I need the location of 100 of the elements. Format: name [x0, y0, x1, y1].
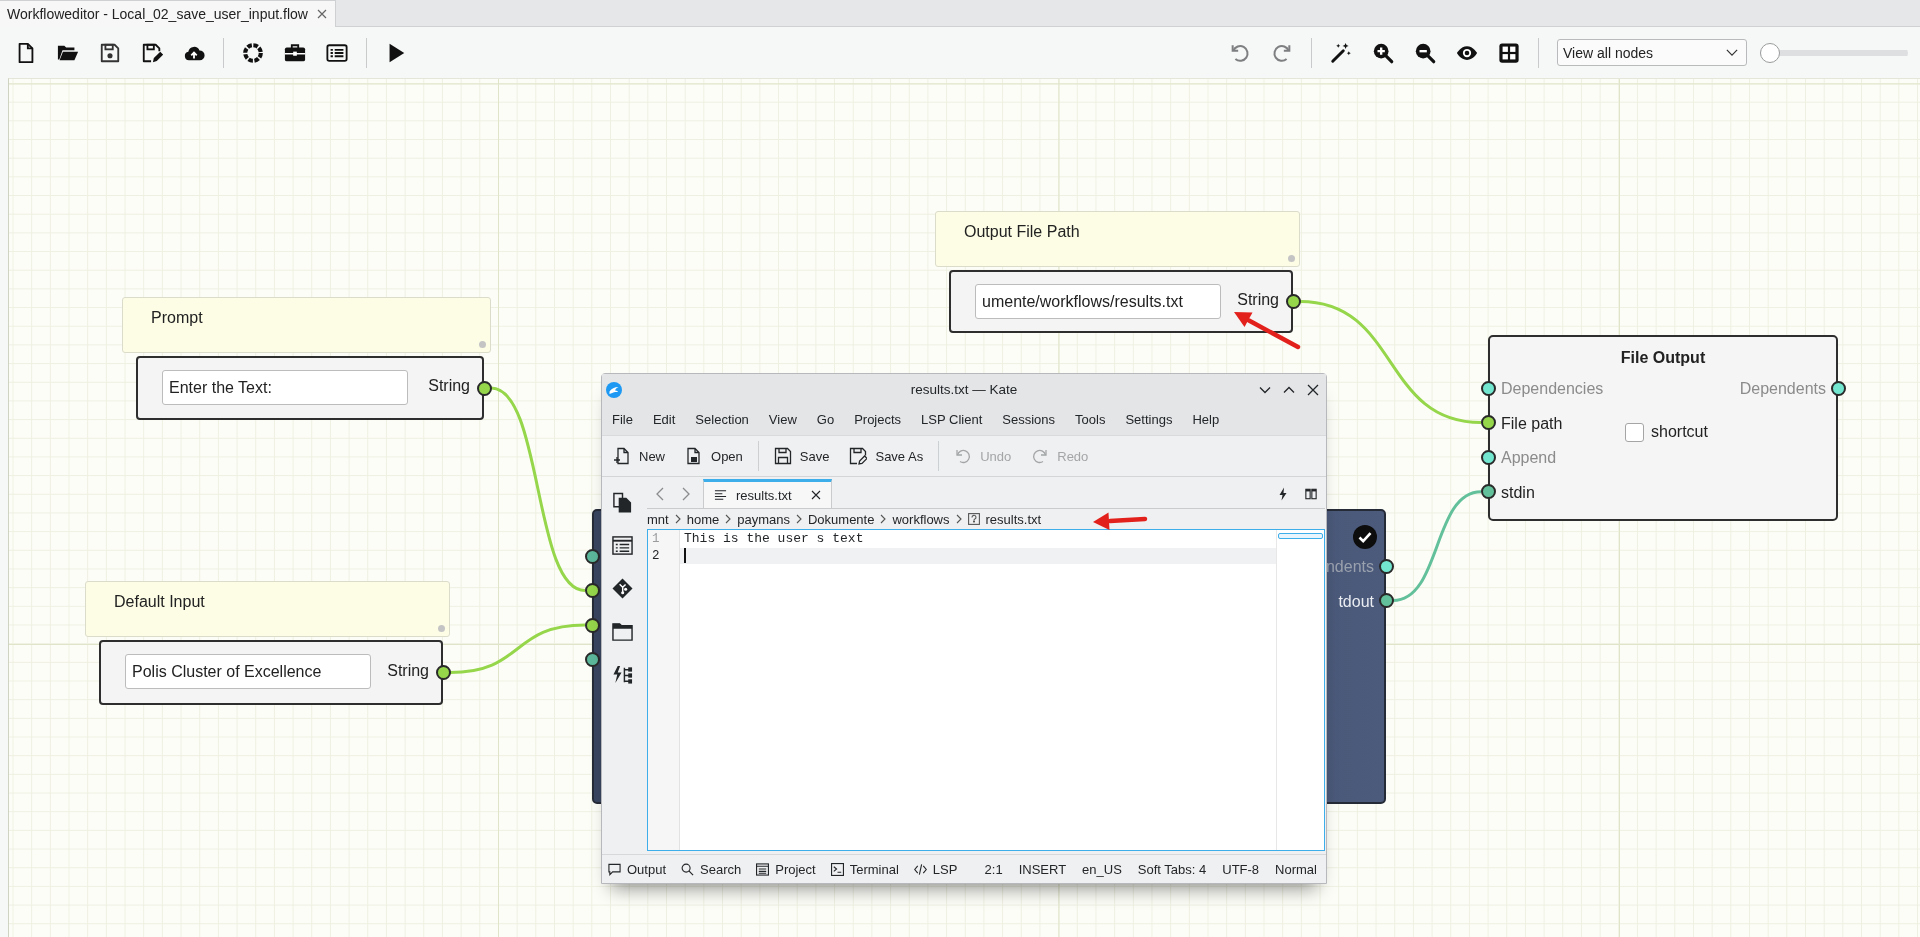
folder-icon[interactable]: [611, 621, 633, 642]
new-button[interactable]: New: [606, 442, 672, 470]
text-editor[interactable]: 1 2 This is the user s text: [647, 529, 1325, 851]
save-icon[interactable]: [99, 41, 121, 64]
node-title: File Output: [1619, 348, 1707, 368]
status-item[interactable]: UTF-8: [1222, 861, 1260, 877]
breadcrumb-item[interactable]: home: [686, 511, 720, 527]
resize-handle-icon[interactable]: [479, 341, 486, 348]
toolbox-icon[interactable]: [284, 41, 306, 64]
menu-item[interactable]: View: [758, 405, 807, 435]
text-field[interactable]: Enter the Text:: [162, 370, 408, 405]
forward-icon[interactable]: [681, 486, 691, 501]
view-dropdown[interactable]: View all nodes: [1557, 39, 1747, 66]
breadcrumb-item[interactable]: paymans: [737, 511, 790, 527]
text-file-icon: [714, 488, 727, 502]
node-body[interactable]: umente/workflows/results.txt String: [949, 270, 1293, 333]
open-document-icon: [685, 447, 703, 465]
breadcrumb-item[interactable]: mnt: [647, 511, 669, 527]
breadcrumb-item[interactable]: Dokumente: [807, 511, 875, 527]
node-body[interactable]: Polis Cluster of Excellence String: [99, 640, 443, 705]
zoom-out-icon[interactable]: [1414, 41, 1436, 64]
search-icon: [681, 862, 695, 876]
document-tab[interactable]: results.txt: [703, 479, 832, 508]
menu-item[interactable]: Help: [1182, 405, 1230, 435]
port-label: Append: [1501, 448, 1557, 469]
status-item[interactable]: 2:1: [984, 861, 1003, 877]
menu-item[interactable]: Go: [806, 405, 845, 435]
chevron-down-icon: [1726, 49, 1738, 56]
connection-port[interactable]: [584, 652, 600, 667]
comment-text: Default Input: [114, 593, 205, 610]
comment-text: Output File Path: [964, 223, 1080, 240]
project-button[interactable]: Project: [756, 861, 816, 877]
menu-item[interactable]: Projects: [844, 405, 912, 435]
port-label: String: [1237, 290, 1279, 309]
menu-item[interactable]: Tools: [1065, 405, 1116, 435]
speech-bubble-icon: [608, 862, 621, 876]
undo-icon: [954, 447, 973, 465]
comment-text: Prompt: [151, 309, 203, 326]
menu-item[interactable]: Edit: [642, 405, 686, 435]
port-label: Dependents: [1739, 379, 1826, 399]
save-as-icon[interactable]: [141, 41, 163, 64]
text-field[interactable]: Polis Cluster of Excellence: [125, 654, 371, 689]
resize-handle-icon[interactable]: [1288, 255, 1295, 262]
checkbox[interactable]: [1625, 423, 1644, 443]
line-number: 2: [651, 547, 661, 564]
progress-ring-icon[interactable]: [242, 41, 264, 64]
split-view-icon[interactable]: [1305, 486, 1317, 501]
save-as-icon: [849, 447, 868, 465]
save-as-button[interactable]: Save As: [842, 442, 931, 470]
list-icon[interactable]: [326, 41, 348, 64]
menu-item[interactable]: File: [602, 405, 643, 435]
magic-wand-icon[interactable]: [1330, 41, 1352, 64]
zoom-in-icon[interactable]: [1372, 41, 1394, 64]
close-icon[interactable]: [810, 490, 821, 500]
output-button[interactable]: Output: [608, 861, 667, 877]
save-button[interactable]: Save: [766, 442, 837, 470]
close-icon[interactable]: [1306, 382, 1320, 397]
code-icon: [913, 862, 927, 876]
search-button[interactable]: Search: [681, 861, 742, 877]
status-item[interactable]: en_US: [1082, 861, 1122, 877]
annotation-arrow: [1234, 312, 1301, 350]
port-label: tdout: [1338, 591, 1374, 612]
menu-item[interactable]: Settings: [1115, 405, 1183, 435]
breadcrumb-item[interactable]: results.txt: [985, 511, 1042, 527]
terminal-button[interactable]: Terminal: [830, 861, 899, 877]
back-icon[interactable]: [655, 486, 665, 501]
menu-item[interactable]: Selection: [685, 405, 759, 435]
text-field[interactable]: umente/workflows/results.txt: [975, 284, 1221, 319]
resize-handle-icon[interactable]: [438, 625, 445, 632]
outline-list-icon[interactable]: [611, 535, 633, 556]
port-label: String: [387, 661, 429, 680]
menu-item[interactable]: Sessions: [992, 405, 1066, 435]
code-line: This is the user s text: [683, 531, 865, 548]
port-label: Dependencies: [1501, 379, 1604, 399]
lsp-button[interactable]: LSP: [913, 861, 958, 877]
status-item[interactable]: Soft Tabs: 4: [1137, 861, 1207, 877]
comment-box[interactable]: Default Input: [85, 581, 450, 637]
comment-box[interactable]: Output File Path: [935, 211, 1300, 267]
breadcrumb-item[interactable]: workflows: [892, 511, 950, 527]
slider-thumb[interactable]: [1760, 42, 1780, 63]
menu-item[interactable]: LSP Client: [911, 405, 993, 435]
document-tab[interactable]: Workfloweditor - Local_02_save_user_input.flow: [0, 0, 336, 27]
status-item[interactable]: INSERT: [1018, 861, 1067, 877]
open-button[interactable]: Open: [678, 442, 750, 470]
save-icon: [773, 447, 792, 465]
documents-icon[interactable]: [611, 492, 633, 513]
window-title: results.txt — Kate: [910, 382, 1018, 397]
status-item[interactable]: Normal: [1275, 861, 1317, 877]
lightning-icon[interactable]: [1277, 486, 1289, 501]
chevron-right-icon: [795, 514, 802, 524]
git-icon[interactable]: [611, 578, 633, 599]
port-label: File path: [1501, 413, 1563, 434]
app-logo-icon: [606, 381, 622, 398]
comment-box[interactable]: Prompt: [122, 297, 491, 353]
node-body[interactable]: File Output Dependencies File path Append stdin Dependents shortcut: [1488, 335, 1838, 521]
grid-icon[interactable]: [1498, 41, 1520, 64]
line-number: 1: [651, 531, 661, 548]
port-label: ndents: [1325, 557, 1374, 577]
node-body[interactable]: Enter the Text: String: [136, 356, 484, 420]
bolt-hierarchy-icon[interactable]: [611, 664, 633, 685]
